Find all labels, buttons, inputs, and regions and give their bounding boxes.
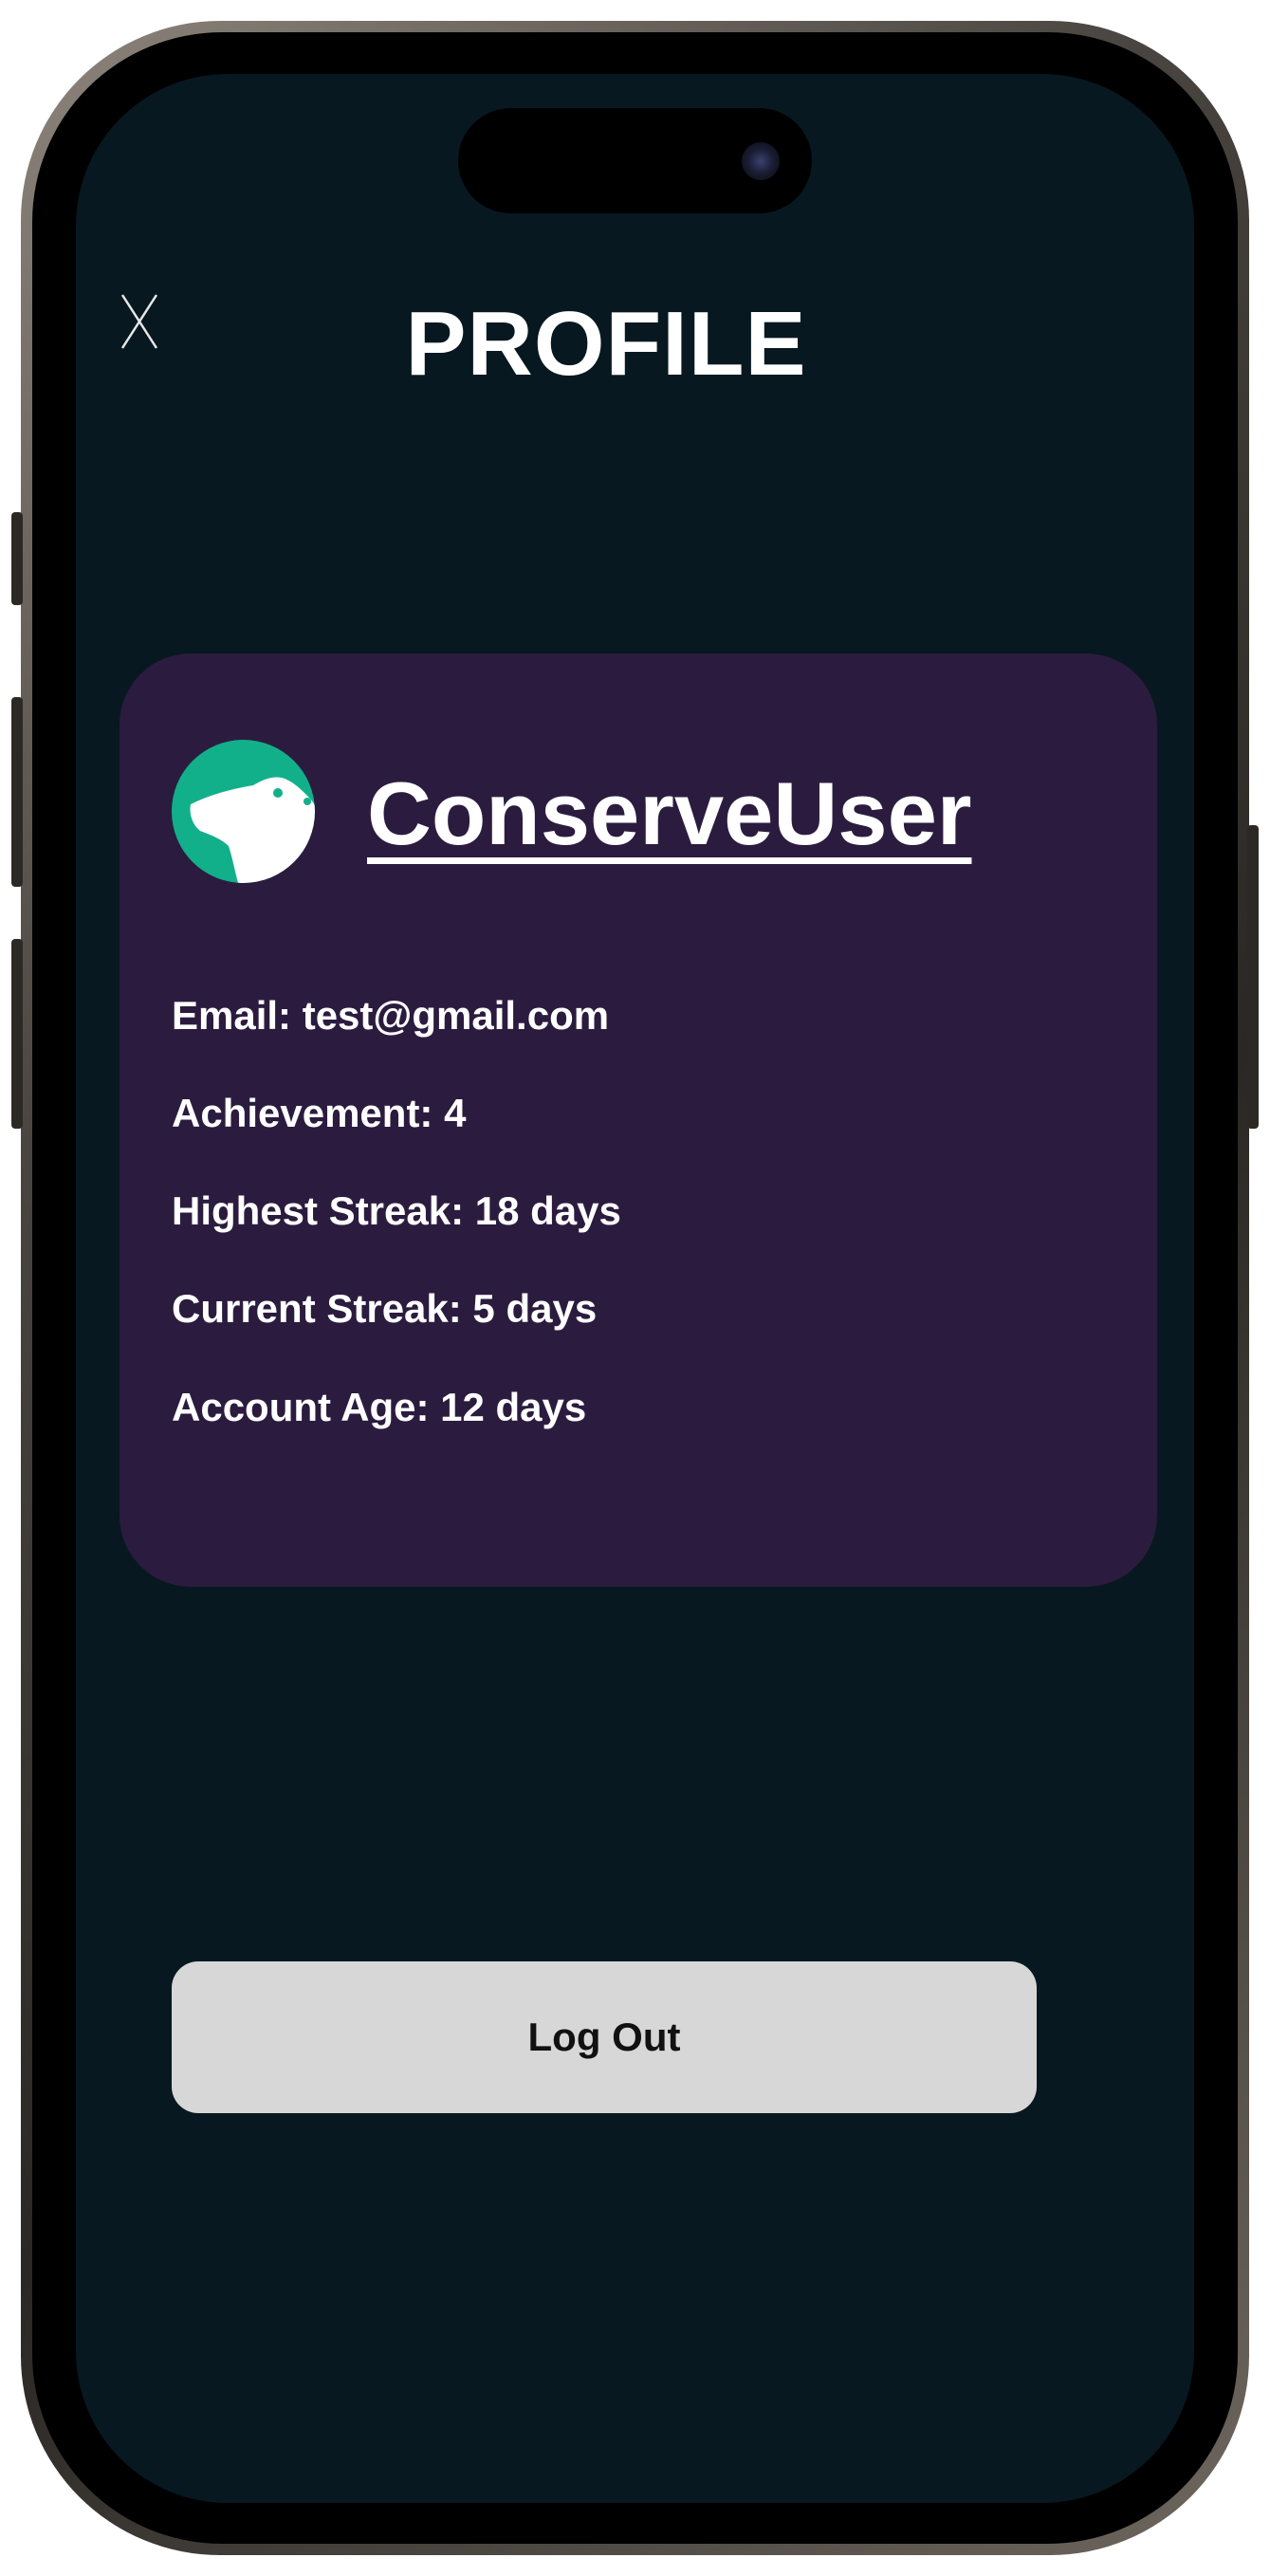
profile-card: ConserveUser Email: test@gmail.com Achie…: [120, 653, 1157, 1587]
action-button: [11, 512, 23, 605]
account-age-text: Account Age: 12 days: [172, 1385, 587, 1429]
app-screen: PROFILE ConserveUser Email: test@gmail.c…: [76, 74, 1194, 2503]
dynamic-island: [458, 108, 812, 213]
username-link[interactable]: ConserveUser: [367, 763, 971, 865]
polar-bear-icon: [190, 777, 315, 883]
front-camera-icon: [742, 142, 780, 180]
volume-down-button: [11, 939, 23, 1129]
avatar: [172, 740, 315, 883]
current-streak-text: Current Streak: 5 days: [172, 1286, 598, 1331]
email-text: Email: test@gmail.com: [172, 993, 610, 1038]
achievement-text: Achievement: 4: [172, 1091, 467, 1135]
page-title: PROFILE: [405, 293, 807, 395]
power-button: [1247, 825, 1259, 1129]
logout-button[interactable]: Log Out: [172, 1961, 1037, 2113]
highest-streak-text: Highest Streak: 18 days: [172, 1188, 621, 1233]
volume-up-button: [11, 697, 23, 887]
